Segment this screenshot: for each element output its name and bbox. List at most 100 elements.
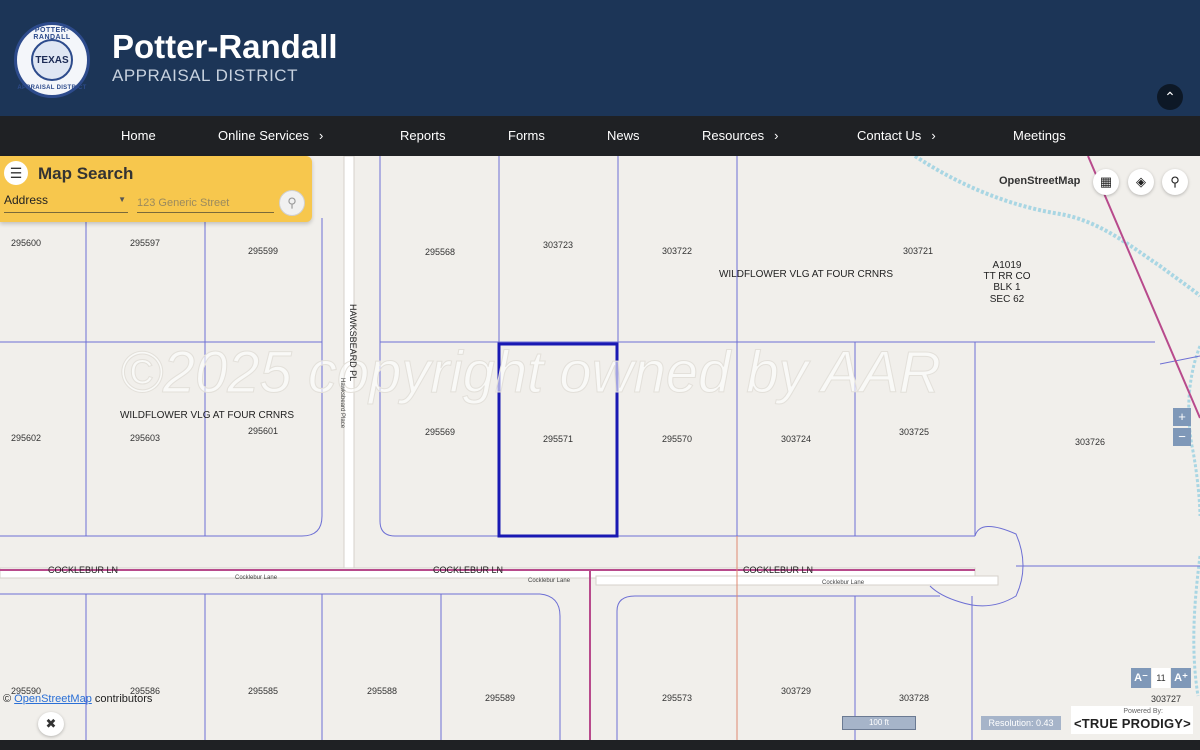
zoom-in-button[interactable]: + — [1173, 408, 1191, 426]
parcel-label: 295570 — [662, 434, 692, 444]
chevron-up-icon: ⌃ — [1164, 88, 1176, 105]
street-label: HAWKSBEARD PL — [348, 304, 358, 381]
parcel-labels: 295600 295597 295599 295568 303723 30372… — [11, 238, 1181, 704]
parcel-label: 295585 — [248, 686, 278, 696]
hamburger-icon: ☰ — [9, 164, 23, 181]
locate-button[interactable]: ⚲ — [1162, 169, 1188, 195]
survey-label-line: BLK 1 — [993, 282, 1021, 293]
nav-resources[interactable]: Resources › — [702, 116, 778, 156]
openstreetmap-link[interactable]: OpenStreetMap — [14, 693, 92, 705]
district-seal-logo[interactable]: POTTER-RANDALL TEXAS APPRAISAL DISTRICT — [14, 22, 90, 98]
street-label: Hawksbeard Place — [339, 378, 345, 429]
street-label: COCKLEBUR LN — [48, 565, 118, 575]
parcel-label: 295597 — [130, 238, 160, 248]
tools-icon: ✖ — [45, 716, 57, 731]
nav-contact-us[interactable]: Contact Us › — [857, 116, 936, 156]
basemap-label: OpenStreetMap — [999, 175, 1081, 187]
plus-icon: + — [1178, 409, 1186, 424]
site-header: POTTER-RANDALL TEXAS APPRAISAL DISTRICT … — [0, 0, 1200, 116]
survey-label-line: TT RR CO — [983, 271, 1030, 282]
parcel-label: 295600 — [11, 238, 41, 248]
parcel-label: 295601 — [248, 426, 278, 436]
parcel-label: 295588 — [367, 686, 397, 696]
decrease-label-size-button[interactable]: A⁻ — [1131, 668, 1151, 688]
seal-center-text: TEXAS — [35, 54, 69, 66]
parcel-label: 303726 — [1075, 437, 1105, 447]
parcel-label: 303725 — [899, 427, 929, 437]
nav-news[interactable]: News — [607, 116, 640, 156]
site-title[interactable]: Potter-Randall — [112, 28, 338, 66]
parcel-lines — [0, 156, 1200, 740]
nav-reports[interactable]: Reports — [400, 116, 446, 156]
zoom-out-button[interactable]: − — [1173, 428, 1191, 446]
street-label: Cocklebur Lane — [822, 580, 865, 586]
attribution-suffix: contributors — [91, 693, 153, 705]
road-centerlines — [0, 156, 1200, 740]
chevron-right-icon: › — [319, 128, 324, 143]
nav-forms[interactable]: Forms — [508, 116, 545, 156]
true-prodigy-logo: <TRUE PRODIGY> — [1074, 716, 1191, 731]
search-icon: ⚲ — [287, 195, 297, 210]
parcel-label: 295569 — [425, 427, 455, 437]
main-nav: Home Online Services › Reports Forms News… — [0, 116, 1200, 156]
collapse-header-button[interactable]: ⌃ — [1157, 84, 1183, 110]
map-search-panel: ☰ Map Search Address ▼ ⚲ — [0, 156, 312, 222]
parcel-label: 295573 — [662, 693, 692, 703]
map-search-title: Map Search — [38, 164, 134, 183]
parcel-label: 295589 — [485, 693, 515, 703]
parcel-map[interactable]: ©2025 copyright owned by AAR 295600 2955… — [0, 156, 1200, 740]
nav-label: Resources — [702, 128, 765, 143]
street-label: Cocklebur Lane — [528, 578, 571, 584]
hamburger-menu-button[interactable]: ☰ — [4, 161, 28, 185]
basemap-switch-button[interactable]: ▦ — [1093, 169, 1119, 195]
resolution-readout: Resolution: 0.43 — [981, 716, 1061, 730]
parcel-label: 303722 — [662, 246, 692, 256]
tools-button[interactable]: ✖ — [38, 712, 64, 736]
search-type-value: Address — [4, 193, 49, 207]
creek-line — [1192, 555, 1200, 697]
map-attribution: © OpenStreetMap contributors — [3, 693, 152, 705]
nav-home[interactable]: Home — [121, 116, 156, 156]
parcel-label: 303724 — [781, 434, 811, 444]
scale-label: 100 ft — [868, 718, 889, 727]
address-search-input[interactable] — [137, 193, 274, 213]
nav-label: Meetings — [1013, 128, 1066, 143]
chevron-right-icon: › — [931, 128, 936, 143]
label-size-value: 11 — [1152, 668, 1170, 688]
increase-label-size-button[interactable]: A⁺ — [1171, 668, 1191, 688]
street-label: Cocklebur Lane — [235, 575, 278, 581]
subdivision-label: WILDFLOWER VLG AT FOUR CRNRS — [120, 410, 294, 421]
nav-label: Contact Us — [857, 128, 922, 143]
search-button[interactable]: ⚲ — [279, 190, 305, 216]
grid-icon: ▦ — [1099, 174, 1113, 189]
copyright-symbol: © — [3, 693, 15, 705]
parcel-label: 295571 — [543, 434, 573, 444]
minus-icon: − — [1178, 429, 1186, 444]
nav-label: Forms — [508, 128, 545, 143]
parcel-label: 295599 — [248, 246, 278, 256]
nav-online-services[interactable]: Online Services › — [218, 116, 323, 156]
nav-meetings[interactable]: Meetings — [1013, 116, 1066, 156]
layers-button[interactable]: ◈ — [1128, 169, 1154, 195]
powered-by-badge[interactable]: Powered By: <TRUE PRODIGY> — [1071, 706, 1193, 734]
font-decrease-icon: A⁻ — [1134, 672, 1148, 684]
parcel-label: 303729 — [781, 686, 811, 696]
texas-map-icon: TEXAS — [31, 39, 73, 81]
parcel-label: 295568 — [425, 247, 455, 257]
nav-label: Reports — [400, 128, 446, 143]
search-type-select[interactable]: Address ▼ — [4, 193, 128, 213]
chevron-right-icon: › — [774, 128, 779, 143]
street-label: COCKLEBUR LN — [743, 565, 813, 575]
subdivision-label: WILDFLOWER VLG AT FOUR CRNRS — [719, 269, 893, 280]
map-canvas[interactable]: ©2025 copyright owned by AAR 295600 2955… — [0, 156, 1200, 740]
parcel-label: 303723 — [543, 240, 573, 250]
survey-label-line: A1019 — [993, 260, 1022, 271]
road-cocklebur-east — [595, 575, 999, 586]
parcel-label: 303728 — [899, 693, 929, 703]
copyright-watermark: ©2025 copyright owned by AAR — [120, 340, 941, 405]
nav-label: Online Services — [218, 128, 310, 143]
survey-label-line: SEC 62 — [990, 294, 1025, 305]
layers-icon: ◈ — [1136, 174, 1146, 189]
parcel-label: 303727 — [1151, 694, 1181, 704]
map-pin-icon: ⚲ — [1170, 174, 1180, 189]
